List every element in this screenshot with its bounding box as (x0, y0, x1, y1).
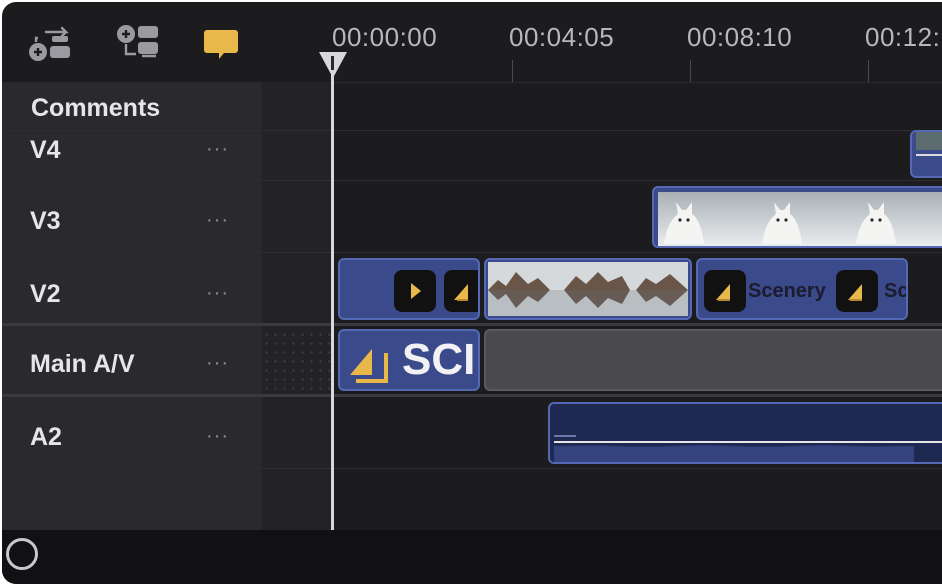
row-divider (2, 180, 942, 181)
ruler-tick (868, 60, 869, 82)
timecode-label: 00:00:00 (332, 22, 438, 52)
dogs-filmstrip (658, 192, 942, 246)
clip-title: Scenery (748, 280, 826, 302)
comment-button[interactable] (196, 22, 246, 66)
timeline-toolbar (2, 2, 332, 82)
add-track-button[interactable] (112, 22, 162, 66)
row-divider (2, 394, 942, 397)
clip-audio-line (916, 154, 942, 156)
timeline-scrollbar[interactable] (2, 530, 942, 584)
row-divider (2, 130, 942, 131)
clip-tile (704, 270, 746, 312)
track-v4-more-button[interactable]: ··· (206, 138, 229, 161)
title-icon (848, 284, 862, 301)
track-label-comments: Comments (31, 94, 161, 122)
title-icon (454, 284, 468, 301)
track-header-shadow (262, 82, 332, 530)
timecode-label: 00:12: (865, 22, 941, 52)
audio-waveform (554, 435, 942, 462)
play-icon (411, 283, 421, 299)
clip-tile (836, 270, 878, 312)
add-track-icon (117, 25, 158, 58)
clip-tile (394, 270, 436, 312)
add-connected-clip-icon (29, 26, 70, 61)
timeline-window: 00:00:00 00:04:05 00:08:10 00:12: Commen… (2, 2, 942, 584)
track-label-main-av: Main A/V (30, 350, 135, 378)
clip-thumbnail (916, 132, 942, 150)
row-divider (2, 323, 942, 326)
main-track-pattern (262, 330, 332, 394)
mountain-filmstrip (488, 262, 688, 316)
comment-icon (204, 30, 238, 59)
clip-tile (444, 270, 478, 312)
a2-audio-clip[interactable] (548, 402, 942, 464)
title-icon (350, 349, 388, 383)
v4-video-clip[interactable] (910, 130, 942, 178)
clip-title: Sc (884, 280, 908, 302)
timecode-label: 00:08:10 (687, 22, 793, 52)
track-label-v4: V4 (30, 136, 61, 164)
main-gap-clip[interactable] (484, 329, 942, 391)
track-a2-more-button[interactable]: ··· (206, 425, 229, 448)
clip-title: SCI (402, 335, 476, 384)
playhead-handle[interactable] (317, 50, 349, 82)
title-icon (716, 284, 730, 301)
track-label-v2: V2 (30, 280, 61, 308)
v2-generator-clip[interactable] (338, 258, 480, 320)
v2-scenery-title-clip[interactable]: Scenery Sc (696, 258, 908, 320)
playhead-line (331, 62, 334, 530)
track-v2-more-button[interactable]: ··· (206, 282, 229, 305)
v3-dogs-clip[interactable] (652, 186, 942, 248)
track-label-a2: A2 (30, 423, 62, 451)
timecode-label: 00:04:05 (509, 22, 615, 52)
track-main-av-more-button[interactable]: ··· (206, 352, 229, 375)
main-title-clip[interactable]: SCI (338, 329, 480, 391)
time-ruler[interactable]: 00:00:00 00:04:05 00:08:10 00:12: (332, 2, 942, 83)
ruler-tick (690, 60, 691, 82)
add-connected-clip-button[interactable] (26, 22, 76, 66)
v2-mountain-clip[interactable] (484, 258, 692, 320)
row-divider (2, 252, 942, 253)
row-divider (2, 468, 942, 469)
zoom-knob[interactable] (6, 538, 38, 570)
track-v3-more-button[interactable]: ··· (206, 209, 229, 232)
ruler-tick (512, 60, 513, 82)
track-label-v3: V3 (30, 207, 61, 235)
